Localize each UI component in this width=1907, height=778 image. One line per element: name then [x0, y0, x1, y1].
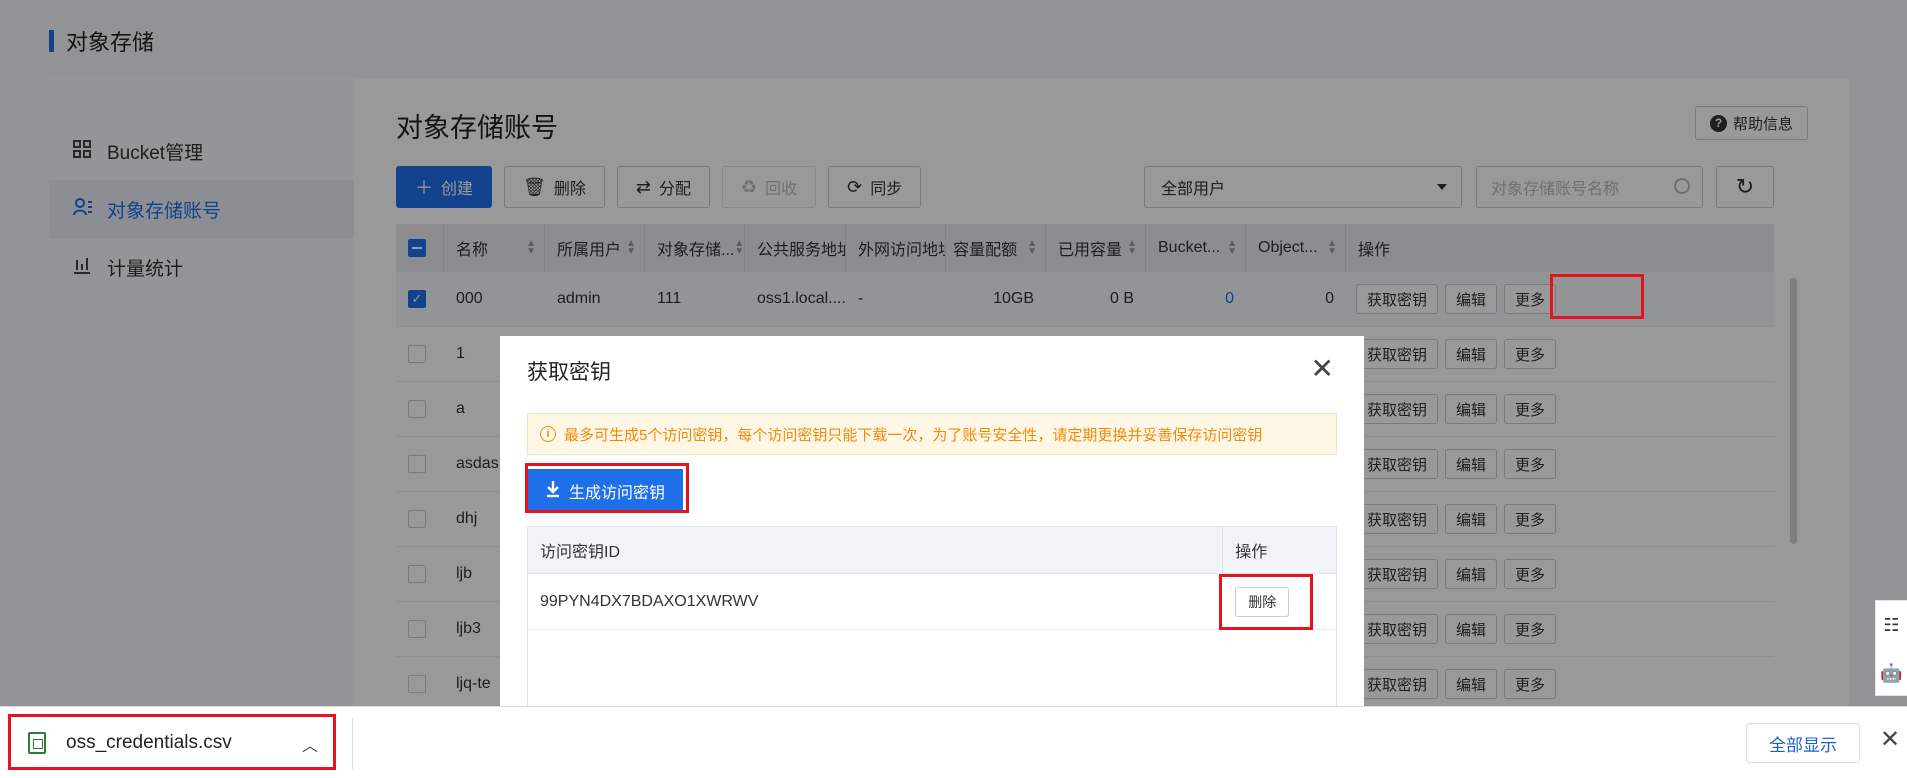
show-all-button[interactable]: 全部显示 — [1746, 723, 1860, 763]
highlight-delete-key — [1219, 574, 1313, 630]
alert-text: 最多可生成5个访问密钥，每个访问密钥只能下载一次，为了账号安全性，请定期更换并妥… — [564, 426, 1263, 444]
close-icon[interactable]: ✕ — [1311, 352, 1334, 385]
highlight-get-key — [1550, 274, 1644, 319]
col-header-key-id: 访问密钥ID — [528, 527, 1224, 573]
warning-alert: i 最多可生成5个访问密钥，每个访问密钥只能下载一次，为了账号安全性，请定期更换… — [527, 413, 1337, 455]
robot-icon[interactable]: 🤖 — [1876, 649, 1907, 697]
col-header-key-action: 操作 — [1235, 544, 1268, 561]
key-table-header: 访问密钥ID 操作 — [528, 527, 1336, 574]
floating-tools: ☷ 🤖 — [1875, 600, 1907, 696]
highlight-download — [8, 714, 336, 770]
dialog-title: 获取密钥 — [527, 361, 611, 384]
checklist-icon[interactable]: ☷ — [1876, 601, 1907, 649]
cell-key-id: 99PYN4DX7BDAXO1XWRWV — [540, 592, 759, 610]
highlight-generate — [525, 463, 689, 513]
table-row: 99PYN4DX7BDAXO1XWRWV 删除 — [528, 574, 1336, 630]
divider — [352, 717, 353, 769]
close-icon[interactable]: ✕ — [1880, 725, 1900, 754]
info-icon: i — [540, 426, 556, 442]
